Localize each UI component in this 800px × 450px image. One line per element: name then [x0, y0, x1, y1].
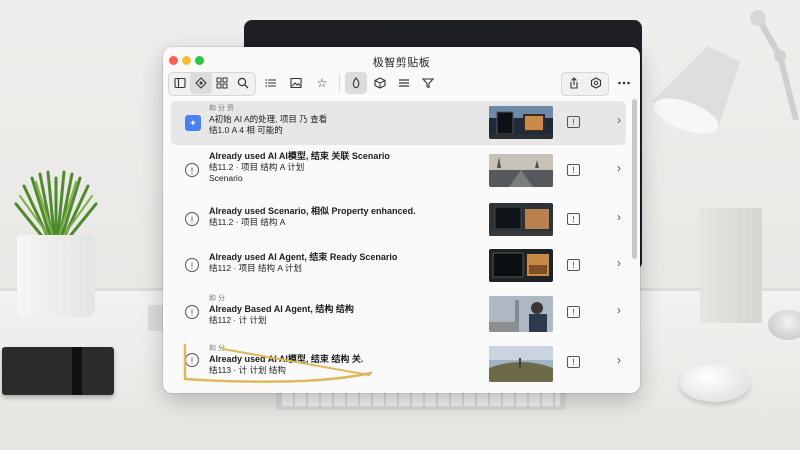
image-button[interactable] — [285, 72, 307, 94]
grid-icon — [216, 77, 228, 89]
grid-button[interactable] — [211, 72, 233, 94]
info-icon[interactable]: ! — [567, 213, 580, 225]
thumbnail-image — [489, 154, 553, 187]
list-item[interactable]: ! 和 分 Already Based AI Agent, 结构 结构 结112… — [171, 291, 626, 335]
app-window: 极智剪贴板 ☆ ✦ 和 分 资 A初始 AI A的处理, 项目 乃 查看 结1.… — [163, 47, 640, 393]
sidebar-button[interactable] — [169, 72, 191, 94]
scrollbar[interactable] — [632, 99, 637, 259]
clip-item-icon: ! — [185, 305, 199, 319]
flame-icon — [352, 77, 360, 89]
settings-button[interactable] — [585, 72, 607, 94]
highlight-annotation — [183, 343, 373, 383]
toolbar-separator — [339, 74, 340, 92]
chevron-right-icon[interactable]: › — [617, 113, 621, 127]
clip-item-icon: ! — [185, 212, 199, 226]
sidebar-icon — [174, 77, 186, 89]
window-title: 极智剪贴板 — [372, 57, 431, 69]
search-icon — [237, 77, 249, 89]
list-item-title: Already used AI AI模型, 结束 关联 Scenario — [209, 151, 390, 161]
lamp-base — [768, 310, 800, 340]
menu-button[interactable] — [393, 72, 415, 94]
info-icon[interactable]: ! — [567, 116, 580, 128]
info-icon[interactable]: ! — [567, 259, 580, 271]
star-icon: ☆ — [316, 76, 328, 90]
list-item-sub: 结112 · 项目 结构 A 计划 — [209, 263, 302, 273]
list-item-title: Already Based AI Agent, 结构 结构 — [209, 304, 354, 314]
mouse — [680, 364, 750, 402]
toolbar: ☆ — [163, 71, 640, 97]
chevron-right-icon[interactable]: › — [617, 161, 621, 175]
tag-icon — [195, 77, 207, 89]
list-button[interactable] — [260, 72, 282, 94]
list-item-extra: Scenario — [209, 173, 243, 183]
list-item-text: Already used AI Agent, 结束 Ready Scenario… — [209, 252, 449, 274]
list-item-title: A初始 AI A的处理, 项目 乃 查看 — [209, 114, 328, 124]
list-item-text: Already used Scenario, 相似 Property enhan… — [209, 206, 449, 228]
lamp-icon — [652, 46, 740, 134]
chevron-right-icon[interactable]: › — [617, 303, 621, 317]
menu-icon — [399, 79, 409, 87]
tag-button[interactable] — [190, 72, 212, 94]
thumbnail-image — [489, 106, 553, 139]
list-item-meta: 和 分 资 — [209, 105, 234, 112]
more-icon — [618, 81, 630, 85]
title-bar: 极智剪贴板 — [163, 47, 640, 71]
list-item[interactable]: ✦ 和 分 资 A初始 AI A的处理, 项目 乃 查看 结1.0 A 4 相 … — [171, 101, 626, 145]
info-icon[interactable]: ! — [567, 356, 580, 368]
list-icon — [265, 79, 276, 87]
list-item-sub: 结112 · 计 计划 — [209, 315, 267, 325]
list-item-title: Already used AI Agent, 结束 Ready Scenario — [209, 252, 398, 262]
clip-item-icon: ! — [185, 163, 199, 177]
list-item-sub: 结11.2 · 项目 结构 A 计划 — [209, 162, 305, 172]
list-item-sub: 结11.2 · 项目 结构 A — [209, 217, 286, 227]
flame-button[interactable] — [345, 72, 367, 94]
list-item-sub: 结1.0 A 4 相 可能的 — [209, 125, 283, 135]
chevron-right-icon[interactable]: › — [617, 256, 621, 270]
list-item-meta: 和 分 — [209, 295, 225, 302]
thumbnail-image — [489, 296, 553, 332]
search-button[interactable] — [232, 72, 254, 94]
list-item[interactable]: ! Already used AI AI模型, 结束 关联 Scenario 结… — [171, 149, 626, 193]
filter-icon — [422, 78, 434, 89]
share-icon — [570, 77, 578, 89]
list-item-text: 和 分 资 A初始 AI A的处理, 项目 乃 查看 结1.0 A 4 相 可能… — [209, 103, 449, 136]
info-icon[interactable]: ! — [567, 306, 580, 318]
thumbnail-image — [489, 346, 553, 382]
box-icon — [374, 77, 386, 89]
image-icon — [290, 77, 302, 89]
filter-button[interactable] — [417, 72, 439, 94]
clip-item-icon: ✦ — [185, 115, 201, 131]
clip-item-icon: ! — [185, 258, 199, 272]
notebook — [2, 347, 114, 395]
info-icon[interactable]: ! — [567, 164, 580, 176]
chevron-right-icon[interactable]: › — [617, 353, 621, 367]
list-item-title: Already used Scenario, 相似 Property enhan… — [209, 206, 416, 216]
list-item-text: 和 分 Already Based AI Agent, 结构 结构 结112 ·… — [209, 293, 449, 326]
share-button[interactable] — [563, 72, 585, 94]
more-button[interactable] — [613, 72, 635, 94]
list-item[interactable]: ! Already used Scenario, 相似 Property enh… — [171, 198, 626, 242]
box-button[interactable] — [369, 72, 391, 94]
plant-pot — [17, 235, 95, 317]
star-button[interactable]: ☆ — [311, 72, 333, 94]
speaker-block — [700, 208, 762, 323]
chevron-right-icon[interactable]: › — [617, 210, 621, 224]
settings-icon — [590, 77, 602, 89]
thumbnail-image — [489, 249, 553, 282]
thumbnail-image — [489, 203, 553, 236]
list-item[interactable]: ! Already used AI Agent, 结束 Ready Scenar… — [171, 244, 626, 288]
list-item-text: Already used AI AI模型, 结束 关联 Scenario 结11… — [209, 151, 449, 184]
